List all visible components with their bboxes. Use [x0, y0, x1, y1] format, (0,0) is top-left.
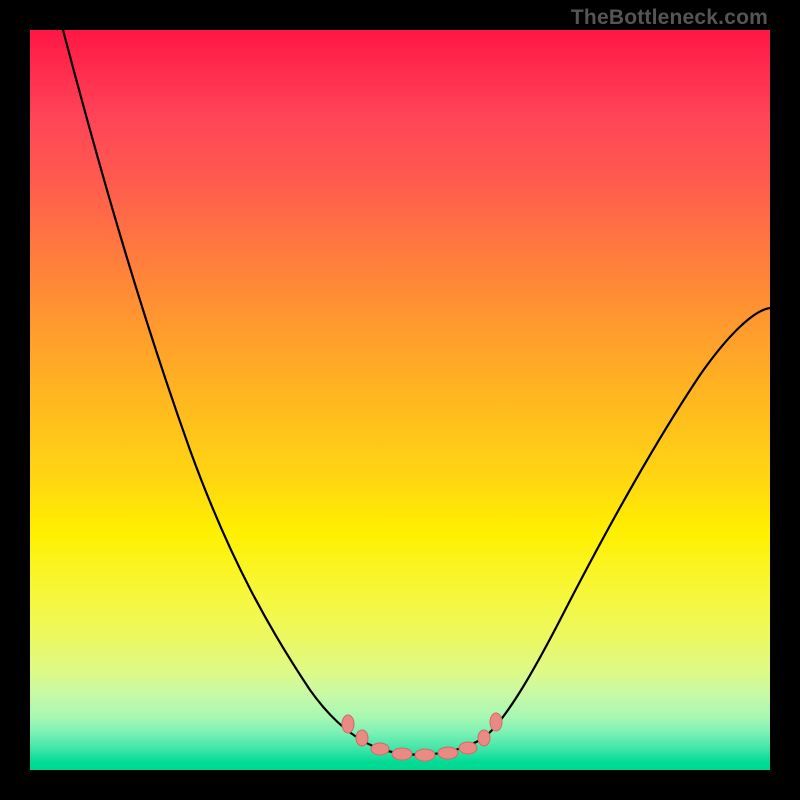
- left-curve: [63, 30, 358, 738]
- left-upper-dot: [342, 715, 354, 733]
- floor-dot-2: [392, 748, 412, 760]
- right-lower-dot: [478, 730, 490, 746]
- curve-svg: [30, 30, 770, 770]
- plot-area: [30, 30, 770, 770]
- floor-dot-4: [438, 747, 458, 759]
- right-curve: [486, 308, 770, 736]
- floor-dot-3: [415, 749, 435, 761]
- left-lower-dot: [356, 730, 368, 746]
- marker-group: [342, 713, 502, 761]
- floor-dot-1: [371, 743, 389, 755]
- floor-dot-5: [459, 742, 477, 754]
- chart-frame: TheBottleneck.com: [0, 0, 800, 800]
- attribution-text: TheBottleneck.com: [571, 6, 768, 30]
- right-upper-dot: [490, 713, 502, 731]
